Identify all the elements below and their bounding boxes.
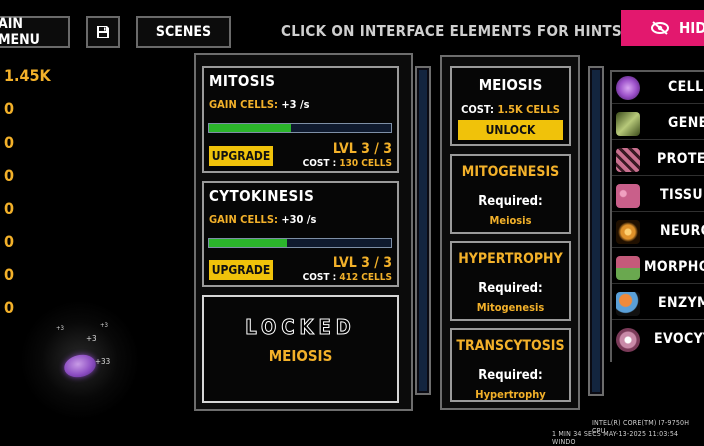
- unlock-card-transcytosis: TRANSCYTOSIS Required: Hypertrophy: [450, 328, 571, 402]
- tissue-icon: [616, 184, 640, 208]
- save-button[interactable]: [86, 16, 120, 48]
- progress-fill: [209, 124, 291, 132]
- cost-value: 130 CELLS: [339, 158, 392, 169]
- gain-value: +30 /s: [281, 213, 317, 226]
- resource-value-5: 0: [4, 232, 15, 251]
- category-label: CELL: [668, 79, 704, 95]
- upgrade-gain: GAIN CELLS: +3 /s: [209, 98, 310, 111]
- hide-label: HIDE: [679, 19, 704, 37]
- dna-icon: [616, 112, 640, 136]
- upgrade-cost: COST : 130 CELLS: [303, 158, 392, 169]
- unlock-card-hypertrophy: HYPERTROPHY Required: Mitogenesis: [450, 241, 571, 321]
- resource-value-3: 0: [4, 166, 15, 185]
- unlock-button[interactable]: UNLOCK: [458, 120, 563, 140]
- scenes-button[interactable]: SCENES: [136, 16, 231, 48]
- required-value: Meiosis: [489, 214, 532, 227]
- upgrade-card-mitosis: MITOSIS GAIN CELLS: +3 /s UPGRADE LVL 3 …: [202, 66, 399, 173]
- category-neuron[interactable]: NEURO: [612, 216, 704, 248]
- cell-icon: [616, 76, 640, 100]
- scrollbar-thumb[interactable]: [592, 70, 600, 392]
- hide-button[interactable]: HIDE: [621, 10, 704, 46]
- upgrade-title: CYTOKINESIS: [209, 187, 315, 205]
- required-value: Hypertrophy: [475, 388, 546, 401]
- gain-label: GAIN CELLS:: [209, 213, 278, 226]
- unlocks-scrollbar[interactable]: [588, 66, 604, 396]
- eye-slash-icon: [651, 21, 669, 35]
- locked-upgrade-card: LOCKED MEIOSIS: [202, 295, 399, 403]
- cost-value: 1.5K CELLS: [497, 103, 560, 116]
- system-info-time: 1 MIN 34 SECS MAY-13-2025 11:03:54 WINDO: [552, 430, 679, 446]
- category-tissue[interactable]: TISSU: [612, 180, 704, 212]
- category-label: NEURO: [660, 223, 704, 239]
- unlock-cost: COST: 1.5K CELLS: [452, 103, 569, 116]
- upgrade-level: LVL 3 / 3: [332, 141, 392, 157]
- required-label: Required:: [478, 368, 543, 383]
- locked-name: MEIOSIS: [268, 347, 333, 365]
- upgrade-button[interactable]: UPGRADE: [209, 146, 273, 166]
- unlock-title: MITOGENESIS: [461, 164, 560, 180]
- category-enzyme[interactable]: ENZYM: [612, 288, 704, 320]
- cost-label: COST :: [302, 158, 337, 169]
- category-label: PROTE: [657, 151, 704, 167]
- hint-text: CLICK ON INTERFACE ELEMENTS FOR HINTS: [281, 22, 622, 40]
- enzyme-icon: [616, 292, 640, 316]
- resource-value-1: 0: [4, 99, 15, 118]
- upgrade-button[interactable]: UPGRADE: [209, 260, 273, 280]
- evocyte-icon: [616, 328, 640, 352]
- upgrade-progress-bar: [208, 238, 392, 248]
- resource-value-6: 0: [4, 265, 15, 284]
- scrollbar-thumb[interactable]: [419, 70, 427, 391]
- scenes-label: SCENES: [155, 24, 212, 40]
- locked-label: LOCKED: [245, 315, 356, 340]
- category-label: TISSU: [660, 187, 704, 203]
- resource-value-2: 0: [4, 133, 15, 152]
- category-morpho[interactable]: MORPHO: [612, 252, 704, 284]
- neuron-icon: [616, 220, 640, 244]
- unlock-title: HYPERTROPHY: [458, 251, 563, 267]
- morpho-icon: [616, 256, 640, 280]
- floating-gain-text: +33: [95, 357, 111, 366]
- cost-label: COST:: [461, 103, 495, 116]
- resource-value-4: 0: [4, 199, 15, 218]
- category-evocyte[interactable]: EVOCYT: [612, 324, 704, 356]
- category-protein[interactable]: PROTE: [612, 144, 704, 176]
- save-icon: [97, 26, 109, 38]
- unlock-card-meiosis: MEIOSIS COST: 1.5K CELLS UNLOCK: [450, 66, 571, 146]
- upgrade-card-cytokinesis: CYTOKINESIS GAIN CELLS: +30 /s UPGRADE L…: [202, 181, 399, 287]
- unlock-title: TRANSCYTOSIS: [456, 338, 565, 354]
- floating-gain-text: +3: [100, 322, 108, 329]
- unlock-title: MEIOSIS: [478, 76, 543, 94]
- floating-gain-text: +3: [86, 334, 97, 343]
- required-label: Required:: [478, 194, 543, 209]
- upgrades-scrollbar[interactable]: [415, 66, 431, 395]
- category-label: MORPHO: [644, 259, 704, 275]
- gain-label: GAIN CELLS:: [209, 98, 278, 111]
- cost-label: COST :: [302, 272, 337, 283]
- category-gene[interactable]: GENE: [612, 108, 704, 140]
- category-label: EVOCYT: [654, 331, 704, 347]
- progress-fill: [209, 239, 288, 247]
- required-value: Mitogenesis: [476, 301, 545, 314]
- main-menu-button[interactable]: AIN MENU: [0, 16, 70, 48]
- upgrade-cost: COST : 412 CELLS: [303, 272, 392, 283]
- category-cell[interactable]: CELL: [612, 72, 704, 104]
- upgrade-gain: GAIN CELLS: +30 /s: [209, 213, 316, 226]
- floating-gain-text: +3: [56, 325, 64, 332]
- category-label: GENE: [668, 115, 704, 131]
- main-menu-label: AIN MENU: [0, 16, 40, 48]
- resource-value-0: 1.45K: [4, 66, 51, 85]
- required-label: Required:: [478, 281, 543, 296]
- resource-value-7: 0: [4, 298, 15, 317]
- protein-icon: [616, 148, 640, 172]
- upgrade-level: LVL 3 / 3: [332, 255, 392, 271]
- upgrade-progress-bar: [208, 123, 392, 133]
- unlock-card-mitogenesis: MITOGENESIS Required: Meiosis: [450, 154, 571, 234]
- gain-value: +3 /s: [281, 98, 310, 111]
- cost-value: 412 CELLS: [339, 272, 392, 283]
- category-label: ENZYM: [658, 295, 704, 311]
- upgrade-title: MITOSIS: [209, 72, 276, 90]
